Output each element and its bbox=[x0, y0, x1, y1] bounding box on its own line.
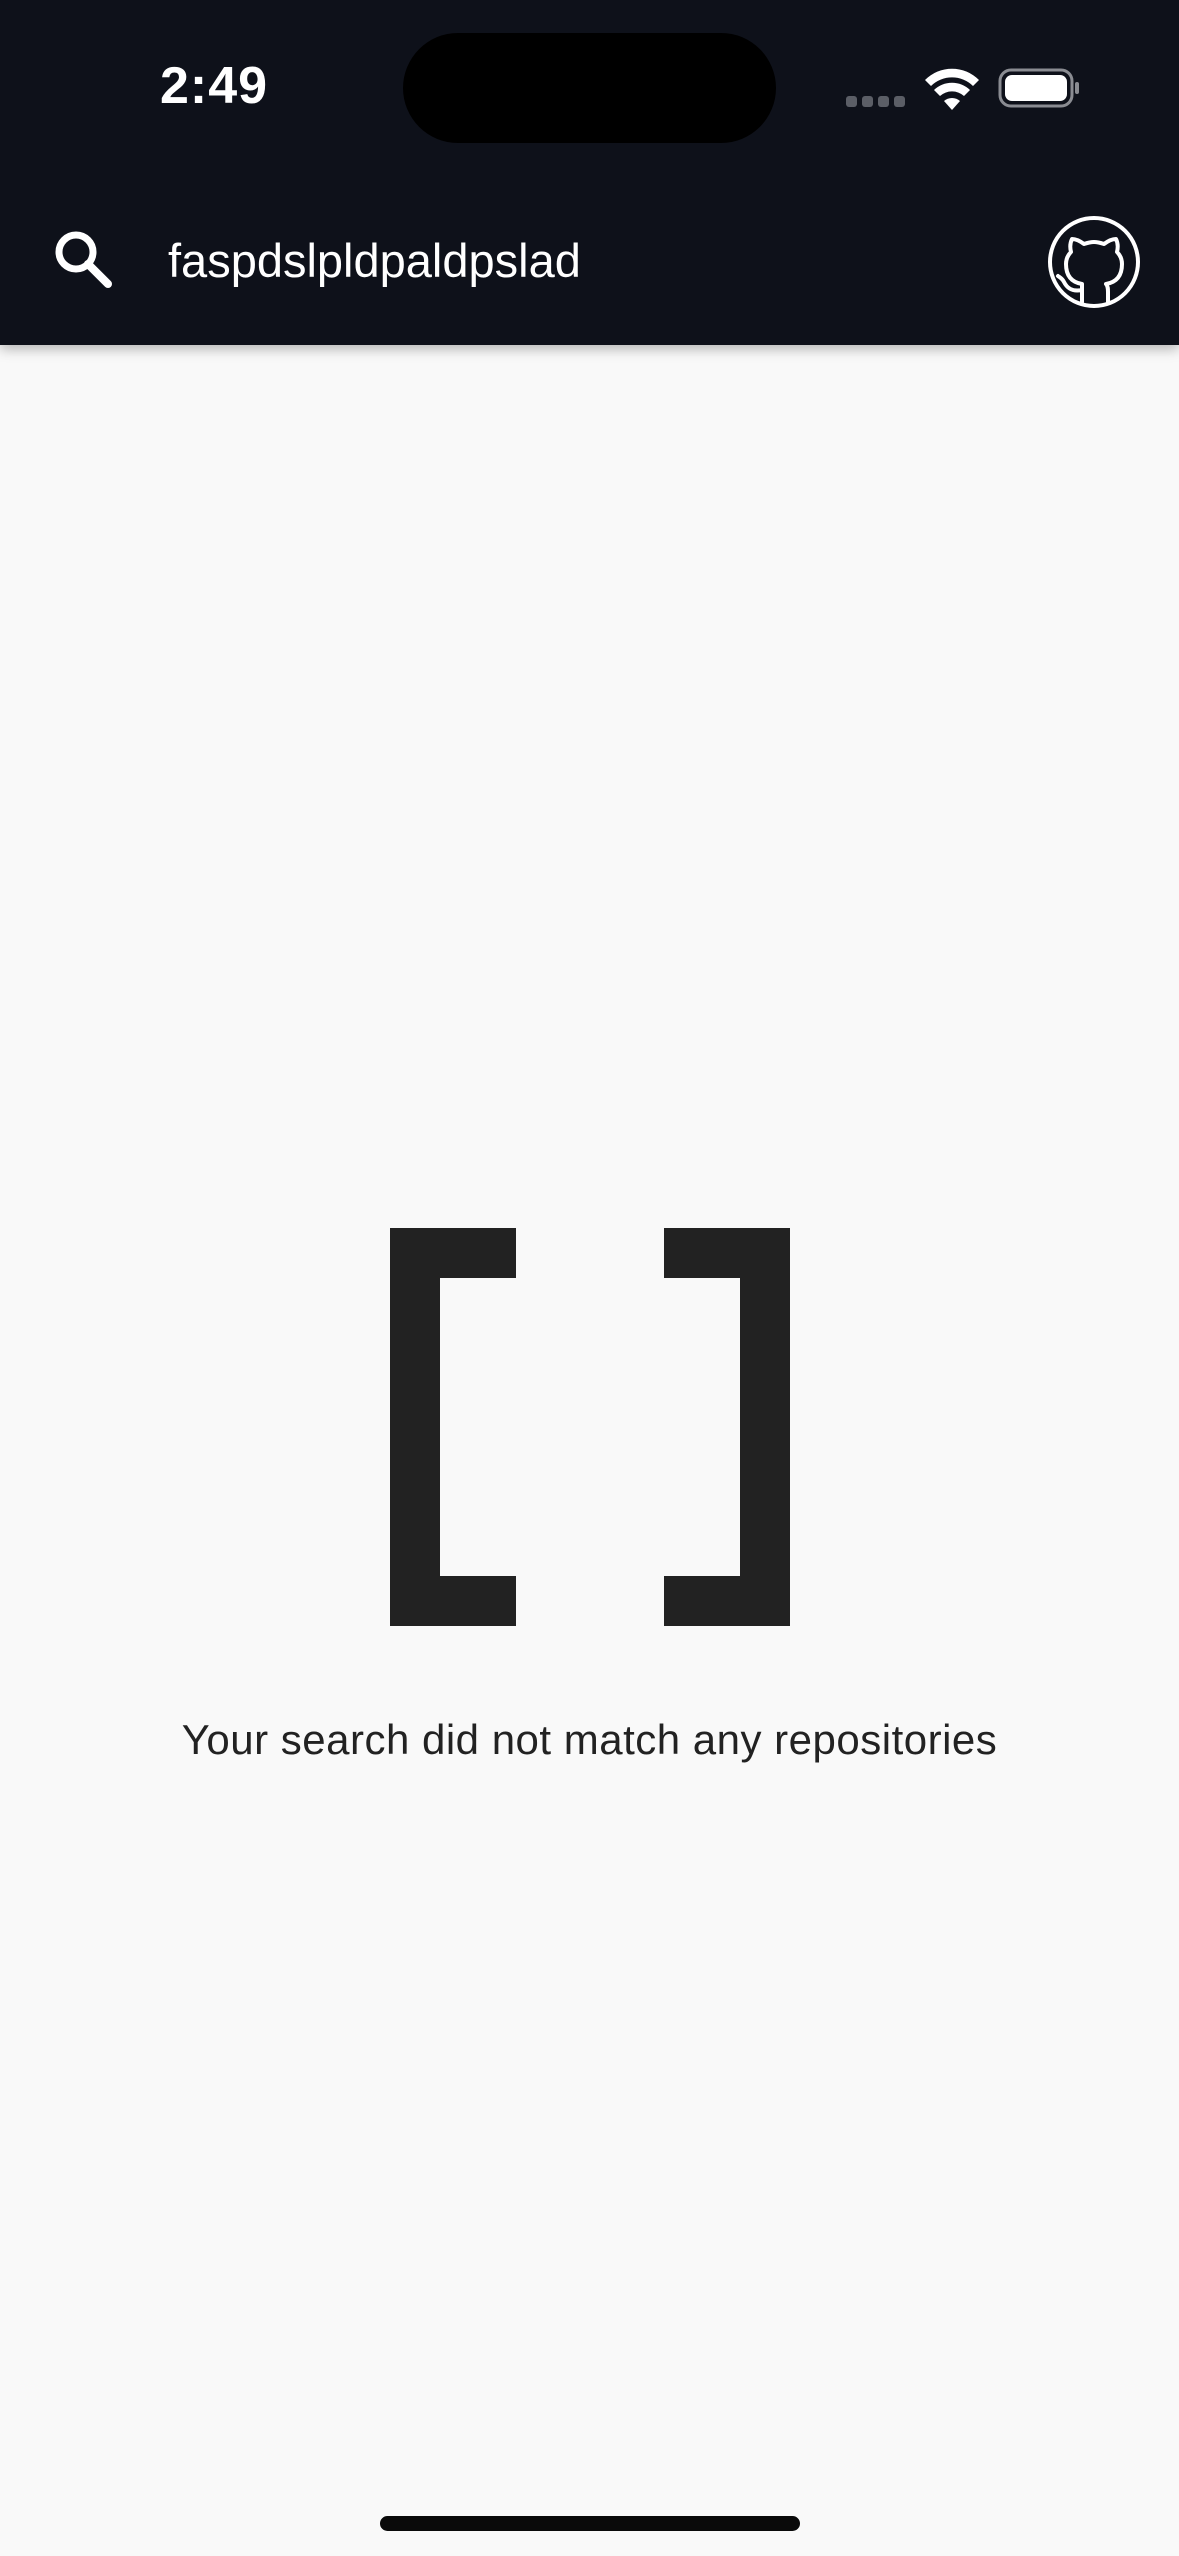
search-icon[interactable] bbox=[50, 226, 116, 292]
empty-state-message: Your search did not match any repositori… bbox=[181, 1716, 998, 1763]
wifi-icon bbox=[925, 68, 979, 110]
status-time: 2:49 bbox=[160, 57, 269, 115]
app-bar: 2:49 bbox=[0, 0, 1179, 345]
github-icon[interactable] bbox=[1046, 214, 1142, 310]
home-indicator[interactable] bbox=[380, 2516, 800, 2531]
battery-icon bbox=[998, 68, 1079, 108]
empty-brackets-icon bbox=[390, 1228, 790, 1626]
search-input[interactable] bbox=[168, 226, 988, 296]
dynamic-island bbox=[403, 33, 776, 143]
app-screen: 2:49 faspdslpldpaldpslad Your search did… bbox=[0, 0, 1179, 2556]
cellular-signal-icon bbox=[846, 96, 906, 108]
